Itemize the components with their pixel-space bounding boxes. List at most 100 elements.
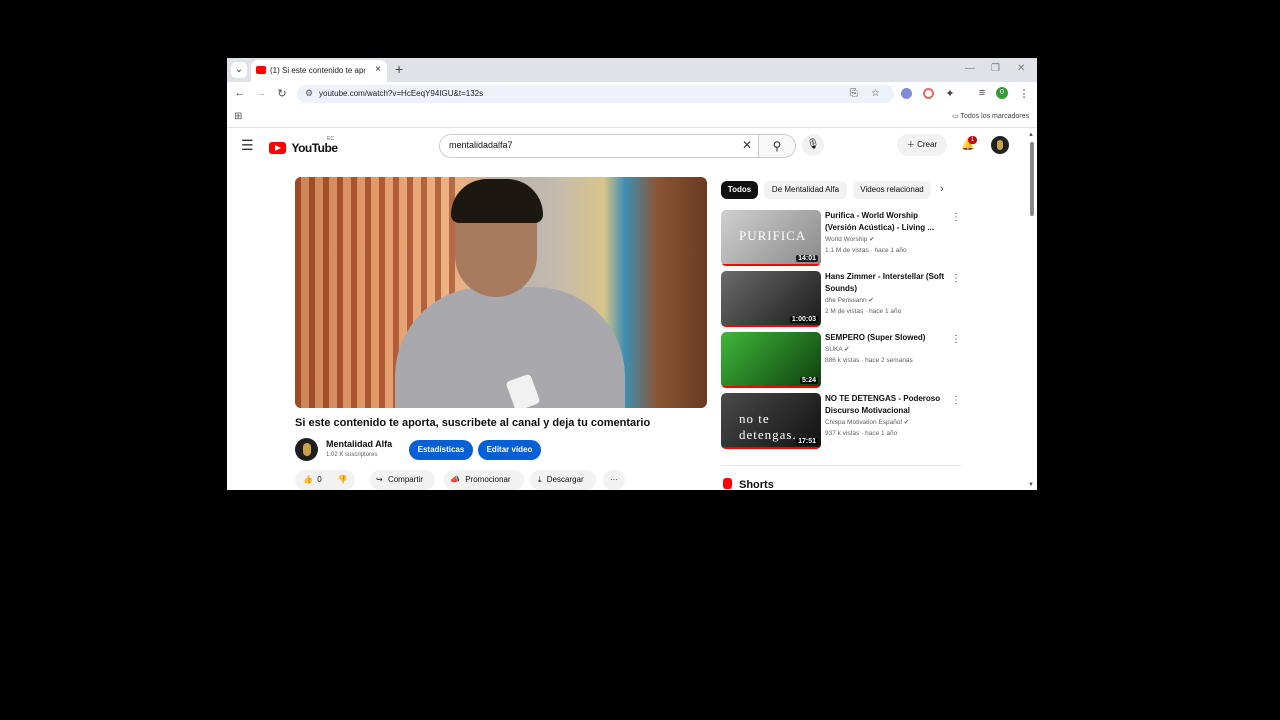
navigation-bar: ← → ↻ ⚙ youtube.com/watch?v=HcEeqY94IGU&… xyxy=(227,82,1037,107)
dislike-icon[interactable]: 👎 xyxy=(338,470,348,490)
recommendation-title[interactable]: NO TE DETENGAS - Poderoso Discurso Motiv… xyxy=(825,393,947,417)
extensions-puzzle-icon[interactable]: ✦ xyxy=(943,87,957,100)
extension-icon[interactable] xyxy=(901,88,912,99)
apps-grid-icon[interactable]: ⊞ xyxy=(234,111,242,122)
profile-avatar[interactable]: 0 xyxy=(996,87,1008,99)
site-info-icon[interactable]: ⚙ xyxy=(305,88,313,99)
back-icon[interactable]: ← xyxy=(233,87,247,99)
video-duration: 17:51 xyxy=(796,438,818,445)
extension-icon[interactable] xyxy=(923,88,934,99)
forward-icon[interactable]: → xyxy=(254,87,268,99)
download-button[interactable]: ⤓ Descargar xyxy=(530,470,596,490)
like-icon[interactable]: 👍 xyxy=(303,470,313,490)
video-thumbnail[interactable]: 5:24 xyxy=(721,332,821,388)
media-controls-icon[interactable]: ≡ xyxy=(975,87,989,99)
new-tab-button[interactable]: + xyxy=(395,61,403,77)
search-button[interactable]: ⚲ xyxy=(758,134,796,158)
statistics-button[interactable]: Estadísticas xyxy=(409,440,473,460)
recommendation-channel[interactable]: Chispa Motivation Español ✔ xyxy=(825,418,909,426)
tab-search-icon[interactable]: ⌄ xyxy=(231,62,247,78)
install-app-icon[interactable]: ⎘ xyxy=(850,88,858,99)
maximize-icon[interactable]: ❐ xyxy=(991,63,1000,74)
recommendation-channel-name: Chispa Motivation Español xyxy=(825,419,902,426)
region-code: EC xyxy=(327,136,334,142)
youtube-favicon-icon xyxy=(256,66,266,74)
chevron-right-icon[interactable]: › xyxy=(940,183,944,195)
plus-icon: ＋ xyxy=(906,140,915,149)
create-label: Crear xyxy=(917,140,938,149)
channel-avatar[interactable] xyxy=(295,438,318,461)
all-bookmarks[interactable]: ▭ Todos los marcadores xyxy=(952,112,1029,120)
tab-close-icon[interactable]: × xyxy=(375,64,381,75)
recommendation-channel[interactable]: dhe Perissann ✔ xyxy=(825,296,874,304)
browser-tab[interactable]: (1) Si este contenido te aporta × xyxy=(251,60,387,82)
youtube-play-icon xyxy=(269,141,286,154)
recommendation-channel[interactable]: World Worship ✔ xyxy=(825,235,875,243)
video-thumbnail[interactable]: 1:00:03 xyxy=(721,271,821,327)
recommendation-channel-name: SUKA xyxy=(825,346,843,353)
video-title: Si este contenido te aporta, suscribete … xyxy=(295,417,651,429)
voice-search-button[interactable]: 🎙 xyxy=(802,134,824,156)
like-count[interactable]: 0 xyxy=(317,470,321,490)
more-options-icon[interactable]: ⋮ xyxy=(951,395,961,406)
recommendation-item[interactable]: 1:00:03 Hans Zimmer - Interstellar (Soft … xyxy=(721,271,961,327)
scroll-down-icon[interactable]: ▼ xyxy=(1028,482,1034,488)
video-player[interactable] xyxy=(295,177,707,408)
chip-todos[interactable]: Todos xyxy=(721,181,758,199)
minimize-icon[interactable]: — xyxy=(965,63,975,74)
youtube-page: ☰ YouTube EC mentalidadalfa7 ✕ ⚲ 🎙 ＋ Cre… xyxy=(227,128,1037,490)
watch-progress xyxy=(721,325,821,327)
notification-badge: 1 xyxy=(968,136,977,144)
search-value: mentalidadalfa7 xyxy=(449,140,513,150)
video-thumbnail[interactable]: PURIFICA 14:01 xyxy=(721,210,821,266)
recommendation-item[interactable]: no te detengas. 17:51 NO TE DETENGAS - Pod… xyxy=(721,393,961,449)
edit-video-button[interactable]: Editar video xyxy=(478,440,541,460)
shorts-icon xyxy=(723,478,732,489)
more-options-icon[interactable]: ⋮ xyxy=(951,273,961,284)
recommendation-title[interactable]: Hans Zimmer - Interstellar (Soft Sounds) xyxy=(825,271,947,295)
youtube-logo[interactable]: YouTube EC xyxy=(269,136,338,157)
channel-name[interactable]: Mentalidad Alfa xyxy=(326,439,392,449)
clear-search-icon[interactable]: ✕ xyxy=(742,138,752,152)
share-button[interactable]: ↪ Compartir xyxy=(370,470,435,490)
watch-progress xyxy=(721,447,821,449)
promote-button[interactable]: 📣 Promocionar xyxy=(444,470,524,490)
chip-related[interactable]: Videos relacionad xyxy=(853,181,931,199)
more-options-icon[interactable]: ⋮ xyxy=(951,334,961,345)
video-thumbnail[interactable]: no te detengas. 17:51 xyxy=(721,393,821,449)
tab-title: (1) Si este contenido te aporta xyxy=(270,66,365,75)
shorts-heading: Shorts xyxy=(739,479,774,490)
more-actions-button[interactable]: ··· xyxy=(603,470,625,490)
like-dislike-group: 👍 0 👎 xyxy=(295,470,355,490)
create-button[interactable]: ＋ Crear xyxy=(897,134,947,156)
download-icon: ⤓ xyxy=(538,475,542,484)
recommendation-title[interactable]: SEMPERO (Super Slowed) xyxy=(825,332,947,344)
browser-menu-icon[interactable]: ⋮ xyxy=(1017,87,1031,100)
verified-icon: ✔ xyxy=(869,236,875,243)
recommendation-channel[interactable]: SUKA ✔ xyxy=(825,345,850,353)
logo-text: YouTube xyxy=(291,140,338,155)
account-avatar[interactable] xyxy=(991,136,1009,154)
close-window-icon[interactable]: ✕ xyxy=(1017,63,1025,74)
more-options-icon[interactable]: ⋮ xyxy=(951,212,961,223)
bookmark-star-icon[interactable]: ☆ xyxy=(871,88,880,99)
recommendation-title[interactable]: Purifica - World Worship (Versión Acústi… xyxy=(825,210,947,234)
scroll-up-icon[interactable]: ▲ xyxy=(1028,132,1034,138)
search-input[interactable]: mentalidadalfa7 ✕ xyxy=(439,134,758,158)
divider xyxy=(721,465,961,466)
verified-icon: ✔ xyxy=(844,346,850,353)
recommendation-item[interactable]: 5:24 SEMPERO (Super Slowed) SUKA ✔ 886 k vi… xyxy=(721,332,961,388)
recommendation-item[interactable]: PURIFICA 14:01 Purifica - World Worship (V… xyxy=(721,210,961,266)
recommendation-channel-name: dhe Perissann xyxy=(825,297,867,304)
scrollbar-thumb[interactable] xyxy=(1030,142,1034,216)
address-bar[interactable]: ⚙ youtube.com/watch?v=HcEeqY94IGU&t=132s… xyxy=(297,85,894,103)
bookmarks-bar: ⊞ ▭ Todos los marcadores xyxy=(227,107,1037,128)
promote-label: Promocionar xyxy=(465,475,511,484)
menu-hamburger-icon[interactable]: ☰ xyxy=(241,137,254,154)
chip-channel[interactable]: De Mentalidad Alfa xyxy=(764,181,847,199)
reload-icon[interactable]: ↻ xyxy=(275,87,289,100)
watch-progress xyxy=(721,264,821,266)
folder-icon: ▭ xyxy=(952,113,959,120)
search-icon: ⚲ xyxy=(772,139,782,153)
subscriber-count: 1.02 K suscriptores xyxy=(326,452,378,458)
